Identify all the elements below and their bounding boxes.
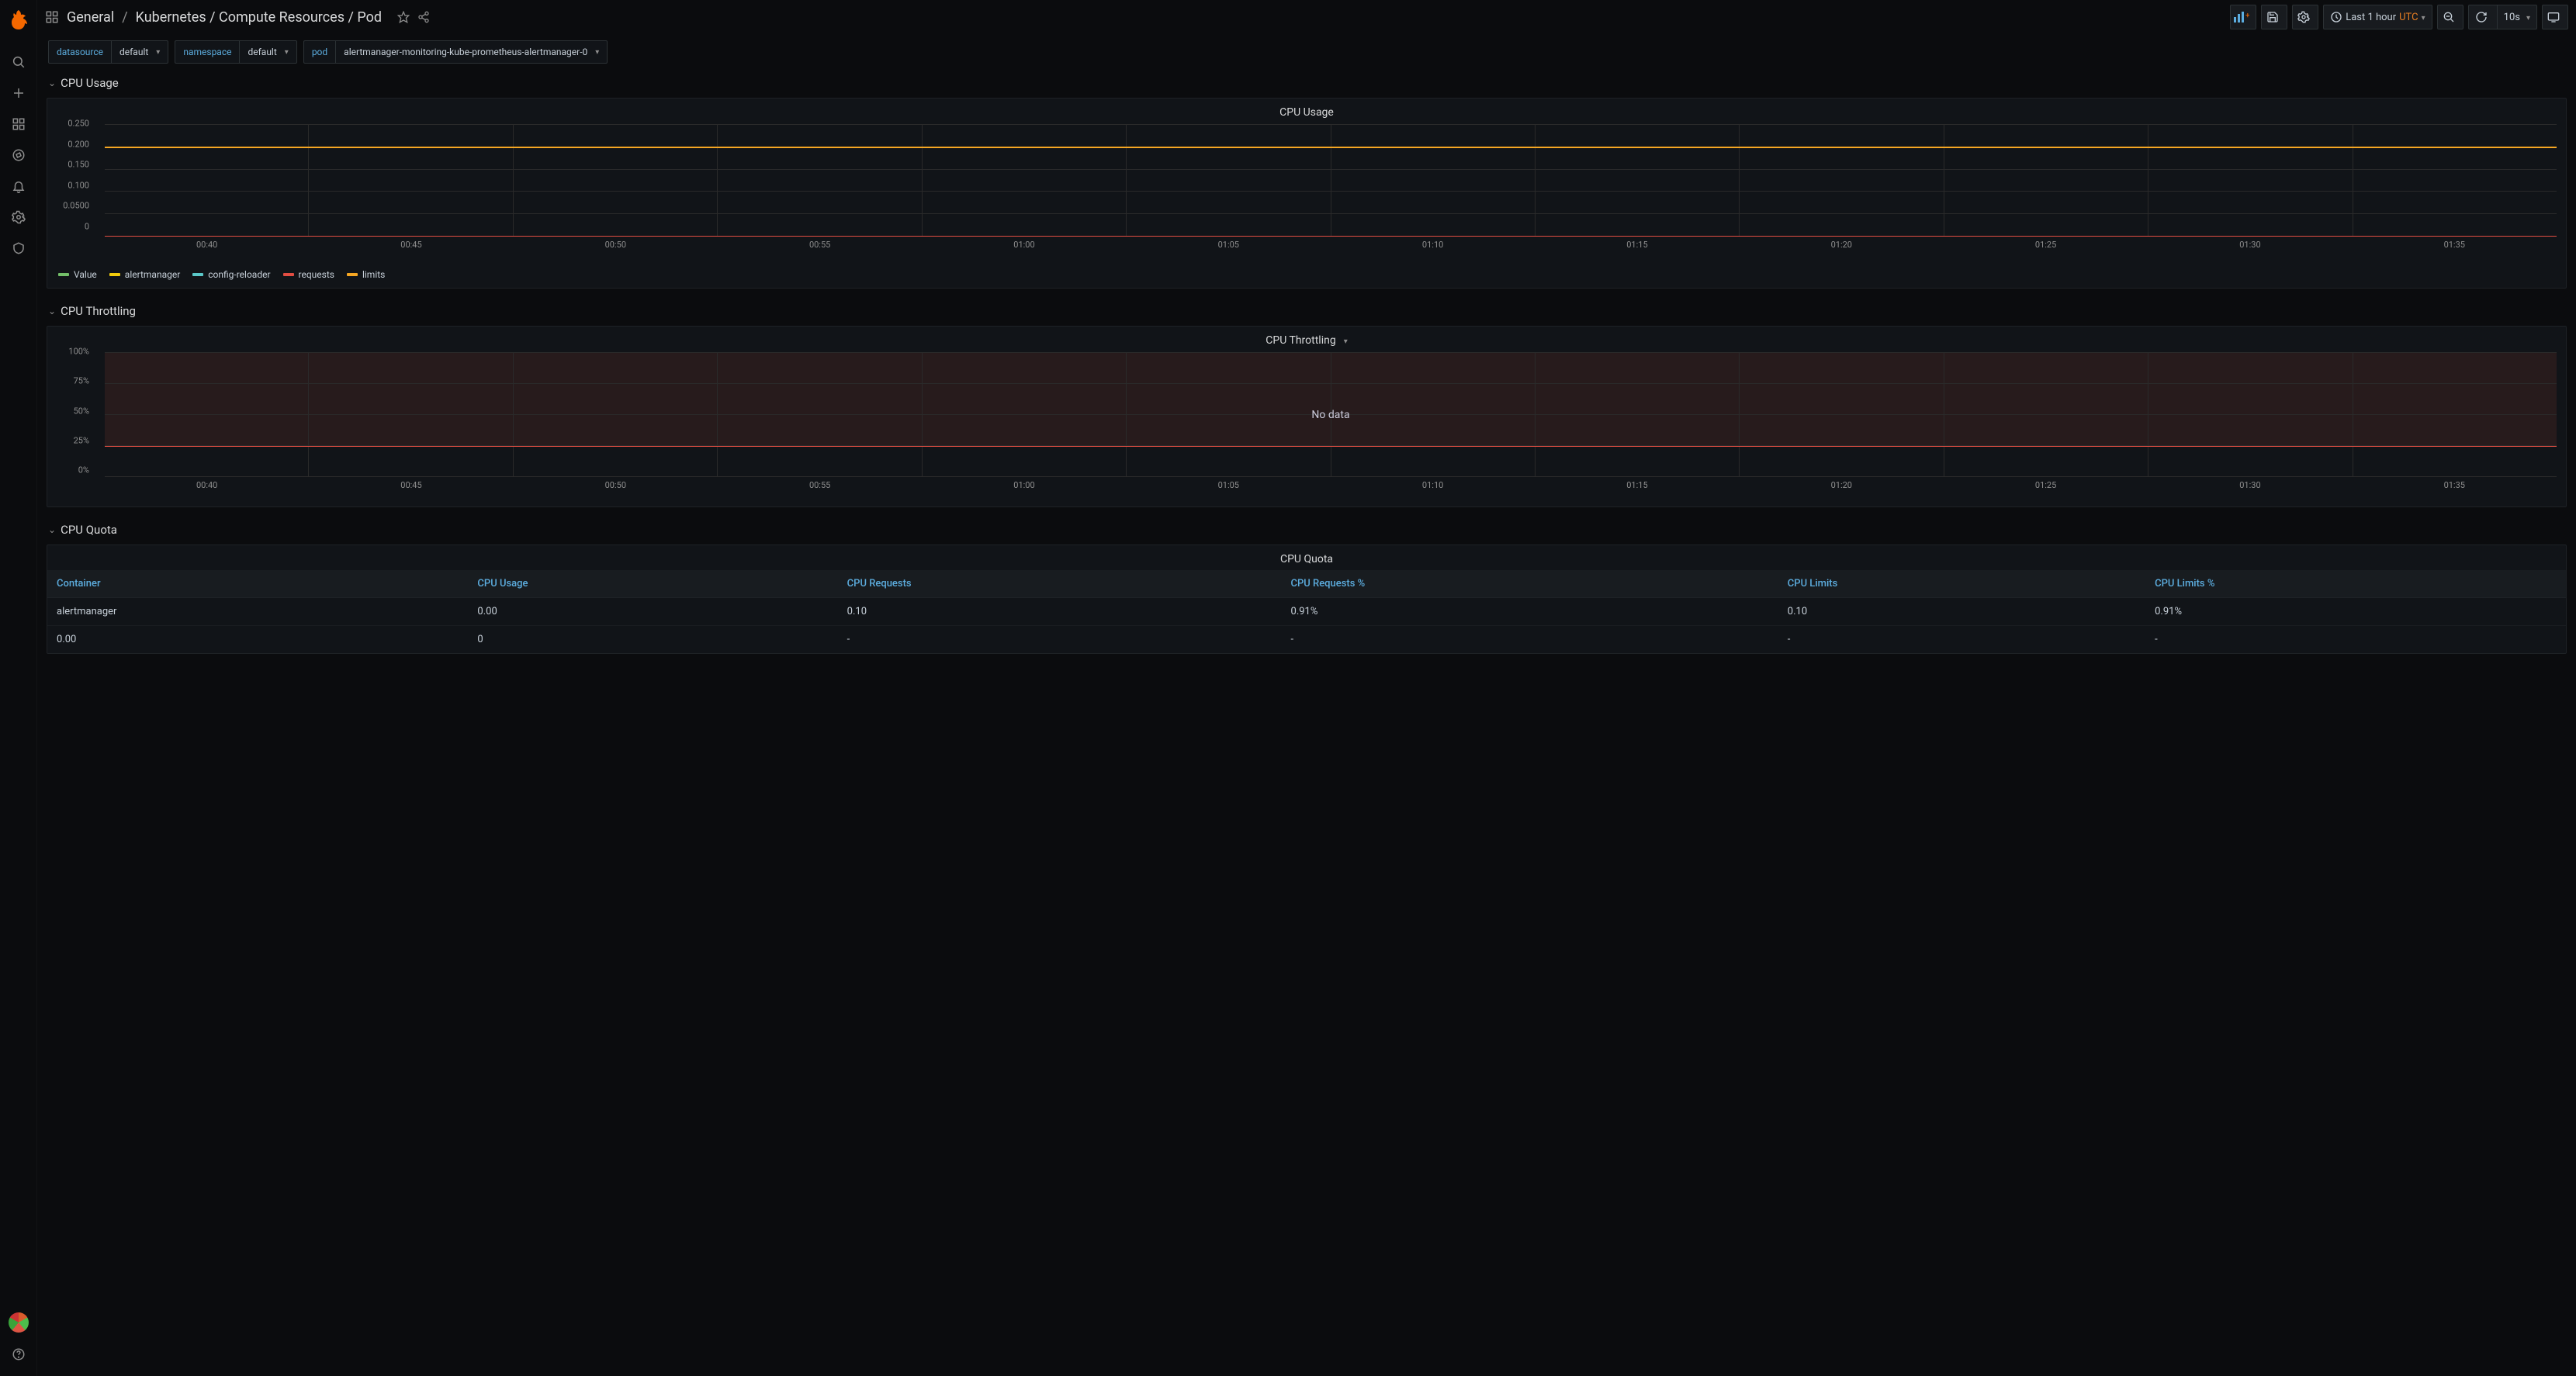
table-row: 0.000---- xyxy=(47,626,2566,654)
table-header[interactable]: CPU Requests % xyxy=(1282,570,1778,598)
cpu-quota-table: ContainerCPU UsageCPU RequestsCPU Reques… xyxy=(47,570,2566,653)
zoom-out-button[interactable] xyxy=(2437,5,2463,29)
panel-title[interactable]: CPU Throttling xyxy=(47,327,2566,351)
user-avatar[interactable] xyxy=(9,1312,29,1333)
y-axis: 0.2500.2000.1500.1000.05000 xyxy=(57,123,94,237)
explore-icon[interactable] xyxy=(3,140,34,171)
var-value[interactable]: alertmanager-monitoring-kube-prometheus-… xyxy=(335,40,608,64)
table-header[interactable]: CPU Limits xyxy=(1778,570,2145,598)
y-axis: 100%75%50%25%0% xyxy=(57,351,94,480)
search-icon[interactable] xyxy=(3,47,34,78)
row-toggle-cpu-quota[interactable]: ⌄ CPU Quota xyxy=(37,513,2576,541)
x-axis: 00:4000:4500:5000:5501:0001:0501:1001:15… xyxy=(105,237,2557,250)
panel-cpu-quota: CPU Quota ContainerCPU UsageCPU Requests… xyxy=(47,545,2567,654)
share-icon[interactable] xyxy=(417,11,430,23)
legend-item[interactable]: alertmanager xyxy=(109,269,180,280)
dashboards-grid-icon[interactable] xyxy=(45,10,59,24)
table-header[interactable]: Container xyxy=(47,570,468,598)
page-title[interactable]: Kubernetes / Compute Resources / Pod xyxy=(136,9,382,26)
legend-item[interactable]: Value xyxy=(58,269,97,280)
var-pod: pod alertmanager-monitoring-kube-prometh… xyxy=(303,40,608,64)
dashboards-icon[interactable] xyxy=(3,109,34,140)
legend-item[interactable]: limits xyxy=(347,269,385,280)
add-panel-button[interactable]: + xyxy=(2230,5,2256,29)
table-header[interactable]: CPU Requests xyxy=(838,570,1282,598)
row-title: CPU Usage xyxy=(61,76,119,90)
time-range-label: Last 1 hour xyxy=(2346,12,2396,23)
settings-button[interactable] xyxy=(2292,5,2318,29)
var-value[interactable]: default xyxy=(111,40,168,64)
tv-mode-button[interactable] xyxy=(2542,5,2568,29)
panel-cpu-usage: CPU Usage 0.2500.2000.1500.1000.05000 00… xyxy=(47,98,2567,289)
row-title: CPU Throttling xyxy=(61,304,136,318)
nav-sidebar xyxy=(0,0,37,1376)
help-icon[interactable] xyxy=(3,1339,34,1370)
row-title: CPU Quota xyxy=(61,523,117,537)
breadcrumb-sep: / xyxy=(122,9,127,26)
chevron-down-icon: ⌄ xyxy=(48,78,56,88)
var-namespace: namespace default xyxy=(175,40,296,64)
panel-title[interactable]: CPU Usage xyxy=(47,99,2566,123)
var-label: datasource xyxy=(48,40,111,64)
create-icon[interactable] xyxy=(3,78,34,109)
threshold-line xyxy=(105,446,2557,447)
panel-title[interactable]: CPU Quota xyxy=(47,545,2566,570)
series-requests xyxy=(105,236,2557,237)
table-header[interactable]: CPU Limits % xyxy=(2145,570,2566,598)
panel-cpu-throttling: CPU Throttling 100%75%50%25%0% No data 0… xyxy=(47,326,2567,507)
server-admin-icon[interactable] xyxy=(3,233,34,264)
time-range-button[interactable]: Last 1 hour UTC xyxy=(2323,5,2432,29)
row-toggle-cpu-throttling[interactable]: ⌄ CPU Throttling xyxy=(37,295,2576,323)
legend-item[interactable]: config-reloader xyxy=(192,269,270,280)
refresh-interval: 10s xyxy=(2504,12,2520,23)
chevron-down-icon xyxy=(1341,334,1348,347)
table-row: alertmanager0.000.100.91%0.100.91% xyxy=(47,598,2566,626)
chart-legend: Value alertmanager config-reloader requests… xyxy=(47,263,2566,288)
star-icon[interactable] xyxy=(397,11,410,23)
save-button[interactable] xyxy=(2261,5,2287,29)
x-axis: 00:4000:4500:5000:5501:0001:0501:1001:15… xyxy=(105,477,2557,490)
alerting-icon[interactable] xyxy=(3,171,34,202)
breadcrumb-folder[interactable]: General xyxy=(67,9,114,26)
var-label: pod xyxy=(303,40,335,64)
configuration-icon[interactable] xyxy=(3,202,34,233)
svg-text:+: + xyxy=(2245,12,2249,20)
series-limits xyxy=(105,147,2557,148)
time-range-tz: UTC xyxy=(2399,12,2418,23)
chevron-down-icon xyxy=(2418,12,2425,23)
chevron-down-icon xyxy=(2523,12,2530,23)
var-value[interactable]: default xyxy=(239,40,296,64)
legend-item[interactable]: requests xyxy=(283,269,334,280)
chevron-down-icon: ⌄ xyxy=(48,524,56,535)
var-datasource: datasource default xyxy=(48,40,168,64)
row-toggle-cpu-usage[interactable]: ⌄ CPU Usage xyxy=(37,67,2576,95)
var-label: namespace xyxy=(175,40,239,64)
table-header[interactable]: CPU Usage xyxy=(468,570,837,598)
breadcrumb: General / Kubernetes / Compute Resources… xyxy=(45,9,430,26)
grafana-logo[interactable] xyxy=(6,8,31,33)
chevron-down-icon: ⌄ xyxy=(48,306,56,316)
refresh-button[interactable]: 10s xyxy=(2468,5,2537,29)
